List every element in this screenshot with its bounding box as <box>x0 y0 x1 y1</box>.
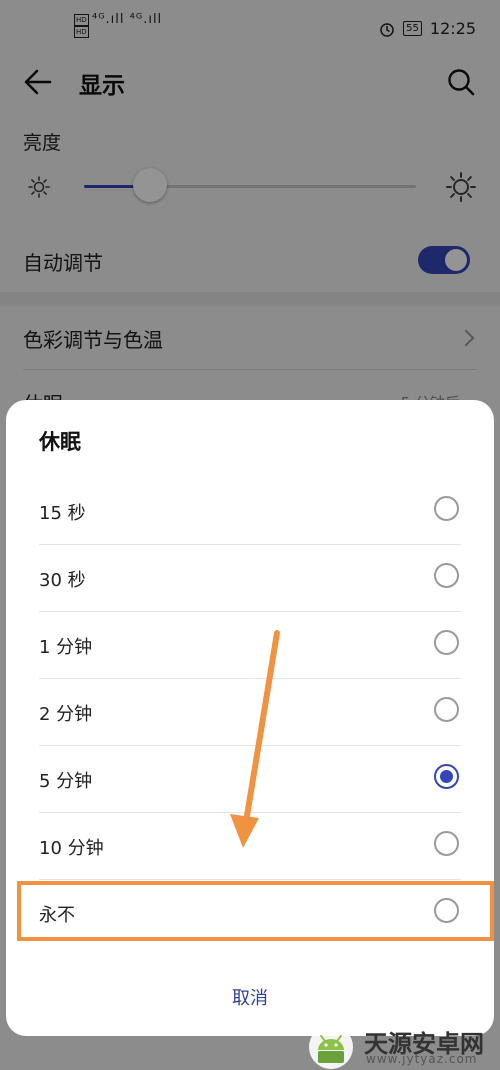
watermark: 天源安卓网 www.jytyaz.com <box>306 1020 496 1069</box>
highlight-box-annotation <box>17 881 494 941</box>
watermark-url: www.jytyaz.com <box>366 1052 478 1066</box>
option-15-seconds[interactable]: 15 秒 <box>39 478 461 545</box>
radio-button[interactable] <box>434 630 459 655</box>
radio-button[interactable] <box>434 697 459 722</box>
option-label: 1 分钟 <box>39 637 93 658</box>
dialog-title: 休眠 <box>39 430 81 454</box>
radio-button[interactable] <box>434 831 459 856</box>
option-10-minutes[interactable]: 10 分钟 <box>39 813 461 880</box>
option-label: 30 秒 <box>39 570 86 591</box>
option-30-seconds[interactable]: 30 秒 <box>39 545 461 612</box>
radio-button[interactable] <box>434 496 459 521</box>
android-logo-icon <box>309 1025 353 1069</box>
option-1-minute[interactable]: 1 分钟 <box>39 612 461 679</box>
option-label: 5 分钟 <box>39 771 93 792</box>
option-5-minutes[interactable]: 5 分钟 <box>39 746 461 813</box>
radio-button-selected[interactable] <box>434 764 459 789</box>
cancel-button[interactable]: 取消 <box>6 984 494 1010</box>
option-label: 2 分钟 <box>39 704 93 725</box>
option-2-minutes[interactable]: 2 分钟 <box>39 679 461 746</box>
radio-button[interactable] <box>434 563 459 588</box>
option-label: 10 分钟 <box>39 838 104 859</box>
option-label: 15 秒 <box>39 503 86 524</box>
